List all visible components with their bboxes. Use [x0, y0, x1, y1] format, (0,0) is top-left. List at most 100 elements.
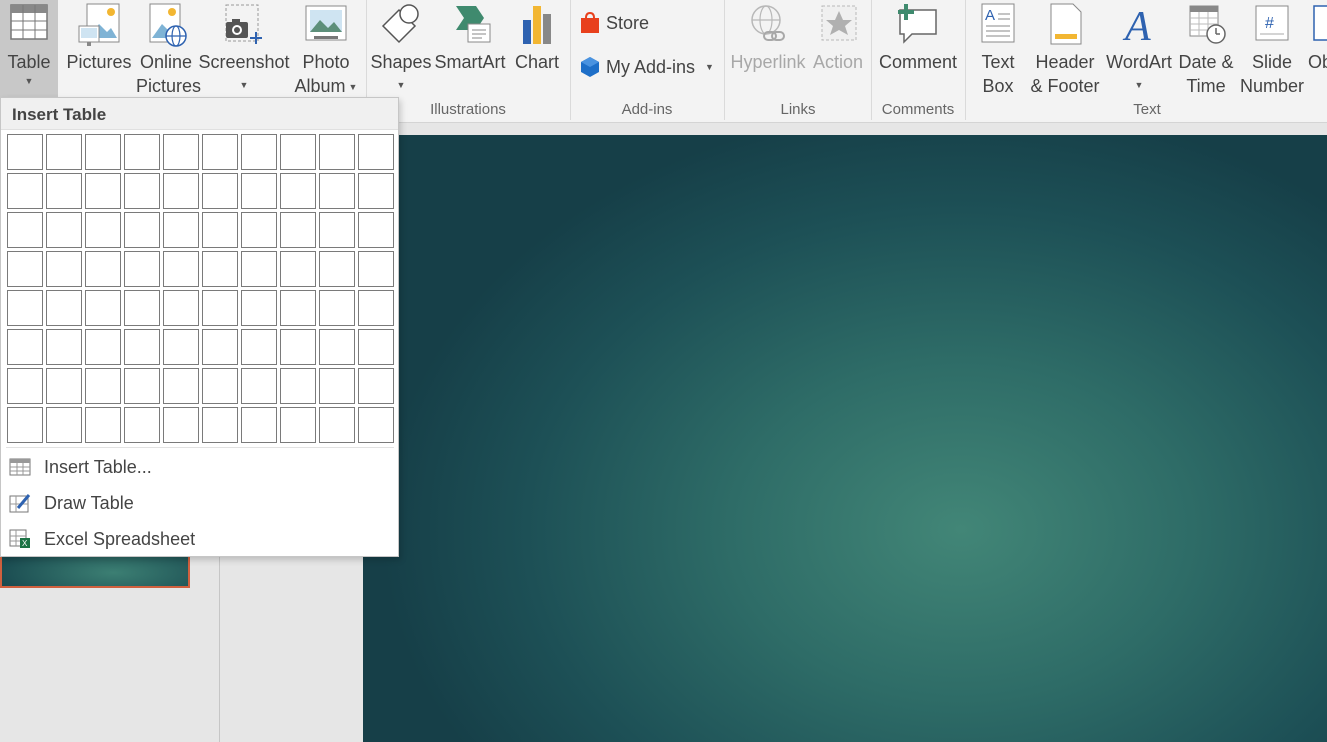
wordart-button[interactable]: A WordArt ▼: [1102, 0, 1176, 92]
table-grid-cell[interactable]: [358, 251, 394, 287]
table-grid-cell[interactable]: [46, 329, 82, 365]
table-grid-cell[interactable]: [358, 407, 394, 443]
table-grid-cell[interactable]: [319, 368, 355, 404]
table-grid-cell[interactable]: [46, 368, 82, 404]
table-grid-cell[interactable]: [280, 290, 316, 326]
table-grid-cell[interactable]: [124, 251, 160, 287]
table-grid-cell[interactable]: [319, 251, 355, 287]
shapes-button[interactable]: Shapes ▼: [370, 0, 432, 92]
table-grid-cell[interactable]: [85, 134, 121, 170]
header-footer-button[interactable]: Header & Footer: [1028, 0, 1102, 98]
table-grid-cell[interactable]: [46, 212, 82, 248]
smartart-button[interactable]: SmartArt: [432, 0, 508, 74]
table-grid-cell[interactable]: [202, 290, 238, 326]
table-grid-cell[interactable]: [280, 173, 316, 209]
photo-album-button[interactable]: Photo Album ▼: [290, 0, 362, 99]
table-grid-cell[interactable]: [319, 212, 355, 248]
table-grid-cell[interactable]: [202, 407, 238, 443]
table-grid-cell[interactable]: [46, 290, 82, 326]
table-grid-cell[interactable]: [124, 134, 160, 170]
excel-spreadsheet-menu-item[interactable]: X Excel Spreadsheet: [1, 522, 398, 556]
table-grid-cell[interactable]: [46, 173, 82, 209]
table-grid-cell[interactable]: [280, 368, 316, 404]
table-grid-cell[interactable]: [7, 368, 43, 404]
my-addins-button[interactable]: My Add-ins ▼: [580, 56, 714, 78]
table-grid-cell[interactable]: [202, 212, 238, 248]
comment-button[interactable]: Comment: [874, 0, 962, 74]
table-grid-cell[interactable]: [319, 173, 355, 209]
date-time-button[interactable]: Date & Time: [1176, 0, 1236, 98]
table-grid-cell[interactable]: [7, 290, 43, 326]
table-grid-cell[interactable]: [202, 368, 238, 404]
table-grid-cell[interactable]: [280, 212, 316, 248]
table-grid-cell[interactable]: [202, 173, 238, 209]
table-grid-cell[interactable]: [280, 251, 316, 287]
table-grid-cell[interactable]: [85, 368, 121, 404]
table-grid-cell[interactable]: [124, 329, 160, 365]
table-grid-cell[interactable]: [163, 290, 199, 326]
table-grid-cell[interactable]: [241, 212, 277, 248]
table-grid-cell[interactable]: [85, 407, 121, 443]
table-grid-cell[interactable]: [163, 134, 199, 170]
table-grid-cell[interactable]: [7, 407, 43, 443]
table-grid-cell[interactable]: [85, 290, 121, 326]
table-grid-cell[interactable]: [319, 407, 355, 443]
table-grid-cell[interactable]: [358, 212, 394, 248]
table-grid-cell[interactable]: [124, 368, 160, 404]
table-button[interactable]: Table ▼: [0, 0, 58, 98]
table-grid-cell[interactable]: [85, 251, 121, 287]
table-grid-cell[interactable]: [163, 329, 199, 365]
table-grid-cell[interactable]: [358, 290, 394, 326]
table-grid-cell[interactable]: [358, 134, 394, 170]
action-button[interactable]: Action: [808, 0, 868, 74]
table-grid-cell[interactable]: [241, 329, 277, 365]
table-grid-cell[interactable]: [46, 407, 82, 443]
table-grid-cell[interactable]: [7, 251, 43, 287]
table-grid-cell[interactable]: [7, 212, 43, 248]
table-grid-cell[interactable]: [124, 290, 160, 326]
table-grid-cell[interactable]: [319, 329, 355, 365]
text-box-button[interactable]: A Text Box: [968, 0, 1028, 98]
chart-button[interactable]: Chart: [510, 0, 564, 74]
table-grid-cell[interactable]: [319, 134, 355, 170]
screenshot-button[interactable]: Screenshot ▼: [198, 0, 290, 92]
insert-table-menu-item[interactable]: Insert Table...: [1, 450, 398, 484]
table-grid-cell[interactable]: [85, 329, 121, 365]
table-grid-cell[interactable]: [163, 173, 199, 209]
store-button[interactable]: Store: [580, 12, 649, 34]
slide-canvas[interactable]: [363, 135, 1327, 742]
table-grid-cell[interactable]: [241, 251, 277, 287]
table-grid-cell[interactable]: [241, 290, 277, 326]
table-grid-cell[interactable]: [358, 329, 394, 365]
table-grid-cell[interactable]: [124, 212, 160, 248]
table-grid-cell[interactable]: [280, 407, 316, 443]
table-grid-cell[interactable]: [46, 251, 82, 287]
table-grid-cell[interactable]: [202, 329, 238, 365]
table-grid-cell[interactable]: [241, 368, 277, 404]
table-grid-cell[interactable]: [163, 212, 199, 248]
table-grid-cell[interactable]: [241, 173, 277, 209]
pictures-button[interactable]: Pictures: [66, 0, 132, 74]
table-grid-cell[interactable]: [202, 251, 238, 287]
table-grid-cell[interactable]: [7, 329, 43, 365]
table-grid-cell[interactable]: [124, 173, 160, 209]
table-grid-cell[interactable]: [46, 134, 82, 170]
slide-number-button[interactable]: # Slide Number: [1236, 0, 1308, 98]
table-grid-cell[interactable]: [241, 134, 277, 170]
table-grid-cell[interactable]: [85, 173, 121, 209]
table-grid-cell[interactable]: [163, 368, 199, 404]
hyperlink-button[interactable]: Hyperlink: [728, 0, 808, 74]
table-grid-cell[interactable]: [124, 407, 160, 443]
table-grid-cell[interactable]: [358, 173, 394, 209]
online-pictures-button[interactable]: Online Pictures: [136, 0, 201, 98]
table-grid-cell[interactable]: [85, 212, 121, 248]
table-grid-cell[interactable]: [319, 290, 355, 326]
draw-table-menu-item[interactable]: Draw Table: [1, 486, 398, 520]
table-grid-cell[interactable]: [202, 134, 238, 170]
table-grid-cell[interactable]: [280, 329, 316, 365]
table-grid-cell[interactable]: [7, 134, 43, 170]
table-grid-cell[interactable]: [163, 251, 199, 287]
object-button[interactable]: Ob: [1308, 0, 1327, 74]
table-grid-cell[interactable]: [7, 173, 43, 209]
table-grid-cell[interactable]: [358, 368, 394, 404]
